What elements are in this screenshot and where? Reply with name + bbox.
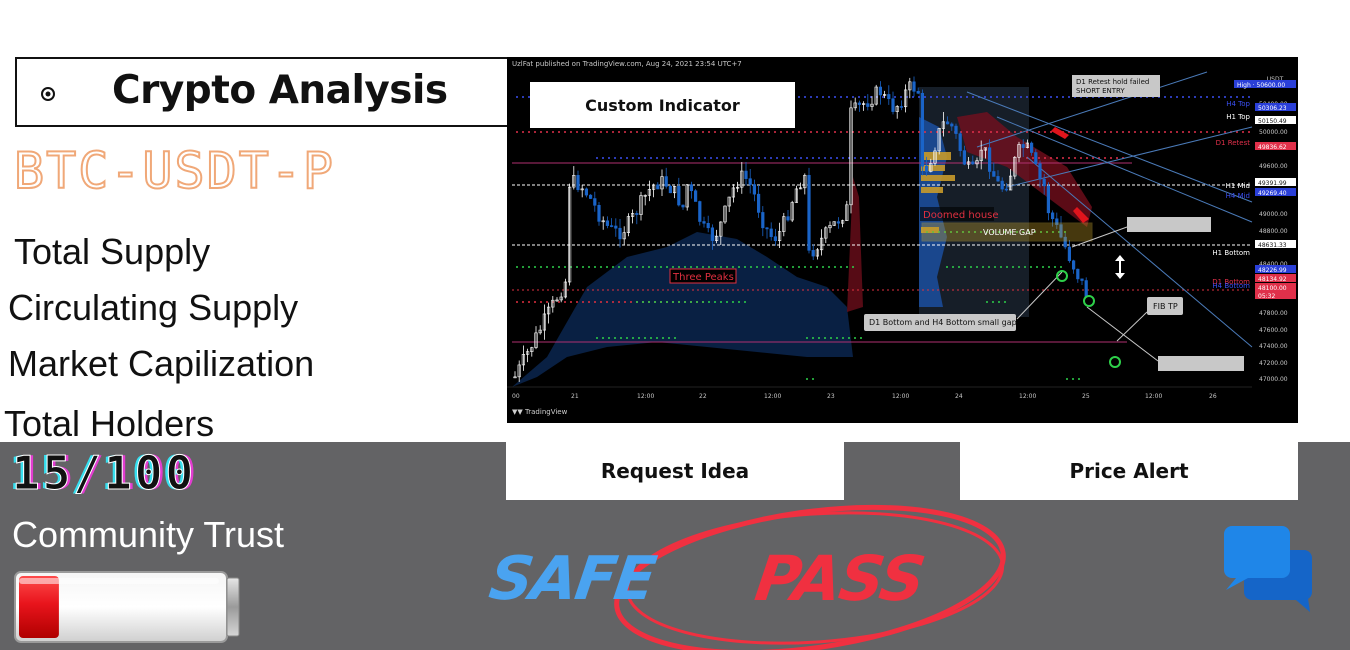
x-tick-label: 12:00 — [892, 393, 909, 400]
y-tick-label: 50000.00 — [1259, 129, 1288, 136]
platform-name: TradingView — [525, 408, 568, 416]
circulating-supply-label: Circulating Supply — [8, 287, 299, 328]
x-tick-label: 26 — [1209, 393, 1217, 400]
level-h4-top: H4 Top — [1226, 100, 1250, 108]
chart-publisher: UzlFat published on TradingView.com, Aug… — [512, 60, 742, 68]
annotation-d1-retest-2: SHORT ENTRY — [1076, 87, 1125, 95]
level-h1-mid: H1 Mid — [1226, 182, 1250, 190]
battery-icon — [14, 571, 240, 643]
annotation-doomed-house: Doomed house — [923, 210, 999, 221]
x-tick-label: 25 — [1082, 393, 1090, 400]
x-tick-label: 00 — [512, 393, 520, 400]
y-tick-label: 48800.00 — [1259, 228, 1288, 235]
x-tick-label: 12:00 — [764, 393, 781, 400]
trust-score: 15/100 — [11, 446, 197, 501]
price-tag: 48100.00 — [1258, 285, 1287, 292]
annotation-fib-tp: FIB TP — [1153, 302, 1178, 311]
y-tick-label: 47400.00 — [1259, 343, 1288, 350]
level-h4-mid: H4 Mid — [1226, 192, 1250, 200]
y-tick-label: 49000.00 — [1259, 211, 1288, 218]
pass-label: PASS — [750, 542, 928, 615]
safe-label: SAFE — [485, 544, 659, 614]
level-h4-bottom: H4 Bottom — [1212, 282, 1250, 290]
y-tick-label: 47200.00 — [1259, 360, 1288, 367]
battery-fill — [19, 576, 59, 638]
total-holders-label: Total Holders — [4, 403, 215, 444]
level-d1-retest: D1 Retest — [1216, 139, 1251, 147]
market-cap-label: Market Capilization — [8, 343, 315, 384]
page-title: Crypto Analysis — [112, 68, 448, 113]
price-tag: 48134.92 — [1258, 276, 1287, 283]
price-tag: 49269.40 — [1258, 190, 1287, 197]
price-tag: 49391.99 — [1258, 180, 1287, 187]
price-tag: High · 50600.00 — [1237, 82, 1285, 89]
ticker-symbol: BTC-USDT-P — [13, 141, 336, 201]
tradingview-logo: ▼▼ TradingView — [512, 408, 568, 416]
target-icon — [41, 87, 55, 101]
custom-indicator-label: Custom Indicator — [530, 82, 795, 128]
y-tick-label: 47600.00 — [1259, 327, 1288, 334]
community-trust-label: Community Trust — [12, 514, 285, 555]
x-tick-label: 22 — [699, 393, 707, 400]
chat-icon[interactable] — [1222, 524, 1314, 614]
total-supply-label: Total Supply — [14, 231, 211, 272]
x-tick-label: 12:00 — [1019, 393, 1036, 400]
price-tag: 48226.99 — [1258, 267, 1287, 274]
x-tick-label: 12:00 — [637, 393, 654, 400]
y-tick-label: 49600.00 — [1259, 163, 1288, 170]
level-h1-top: H1 Top — [1226, 113, 1250, 121]
price-tag: 48631.33 — [1258, 242, 1287, 249]
x-tick-label: 23 — [827, 393, 835, 400]
annotation-d1-bottom-gap: D1 Bottom and H4 Bottom small gap — [869, 318, 1017, 327]
x-tick-label: 21 — [571, 393, 579, 400]
price-tag: 49836.62 — [1258, 144, 1287, 151]
annotation-three-peaks: Three Peaks — [672, 272, 734, 283]
annotation-d1-retest-1: D1 Retest hold failed — [1076, 78, 1149, 86]
price-tag: 50150.49 — [1258, 118, 1287, 125]
level-h1-bottom: H1 Bottom — [1212, 249, 1250, 257]
price-tag: 50306.23 — [1258, 105, 1287, 112]
annotation-volume-gap: VOLUME GAP — [983, 228, 1036, 237]
x-tick-label: 24 — [955, 393, 963, 400]
y-tick-label: 47800.00 — [1259, 310, 1288, 317]
price-tag: 05:32 — [1258, 293, 1275, 300]
y-tick-label: 47000.00 — [1259, 376, 1288, 383]
x-tick-label: 12:00 — [1145, 393, 1162, 400]
